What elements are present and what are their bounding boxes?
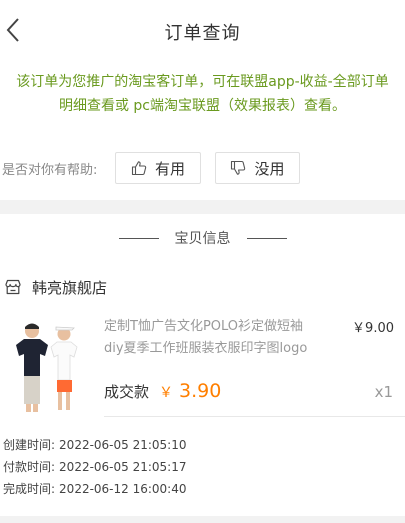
order-times: 创建时间: 2022-06-05 21:05:10 付款时间: 2022-06-… xyxy=(3,434,187,500)
product-divider xyxy=(104,416,405,417)
thumbs-up-icon xyxy=(131,161,147,176)
useless-button[interactable]: 没用 xyxy=(215,152,300,184)
section-divider xyxy=(0,200,405,214)
product-card[interactable]: 定制T恤广告文化POLO衫定做短袖diy夏季工作班服装衣服印字图logo ￥9.… xyxy=(0,312,405,417)
page-title: 订单查询 xyxy=(164,23,241,44)
paid-time-label: 付款时间: xyxy=(3,460,56,474)
time-row-created: 创建时间: 2022-06-05 21:05:10 xyxy=(3,434,187,456)
useful-button[interactable]: 有用 xyxy=(115,152,201,184)
deal-row: 成交款 ￥ 3.90 xyxy=(104,380,221,402)
completed-time-value: 2022-06-12 16:00:40 xyxy=(59,482,187,496)
product-image xyxy=(10,318,86,414)
deal-label: 成交款 xyxy=(104,383,150,401)
created-time-value: 2022-06-05 21:05:10 xyxy=(59,438,187,452)
product-quantity: x1 xyxy=(374,383,393,401)
section-header: 宝贝信息 xyxy=(0,226,405,250)
completed-time-label: 完成时间: xyxy=(3,482,56,496)
useless-label: 没用 xyxy=(254,159,285,178)
paid-time-value: 2022-06-05 21:05:17 xyxy=(59,460,187,474)
time-row-completed: 完成时间: 2022-06-12 16:00:40 xyxy=(3,478,187,500)
title-rule-left xyxy=(118,237,159,239)
top-bar: 订单查询 xyxy=(0,0,405,60)
shop-name: 韩亮旗舰店 xyxy=(32,278,108,297)
deal-currency: ￥ xyxy=(159,385,174,401)
deal-amount: 3.90 xyxy=(179,380,222,402)
notice-text: 该订单为您推广的淘宝客订单，可在联盟app-收益-全部订单明细查看或 pc端淘宝… xyxy=(16,74,389,114)
section-title: 宝贝信息 xyxy=(174,231,231,247)
time-row-paid: 付款时间: 2022-06-05 21:05:17 xyxy=(3,456,187,478)
feedback-prompt: 是否对你有帮助: xyxy=(2,163,98,178)
product-price: ￥9.00 xyxy=(352,321,394,336)
thumbs-down-icon xyxy=(231,160,246,175)
product-title: 定制T恤广告文化POLO衫定做短袖diy夏季工作班服装衣服印字图logo xyxy=(104,319,308,356)
shop-row[interactable]: 韩亮旗舰店 xyxy=(4,275,107,299)
bottom-divider xyxy=(0,516,405,523)
created-time-label: 创建时间: xyxy=(3,438,56,452)
useful-label: 有用 xyxy=(154,159,185,178)
shop-icon xyxy=(5,279,21,295)
feedback-row: 是否对你有帮助: 有用 没用 xyxy=(0,152,405,184)
title-rule-right xyxy=(246,237,287,239)
